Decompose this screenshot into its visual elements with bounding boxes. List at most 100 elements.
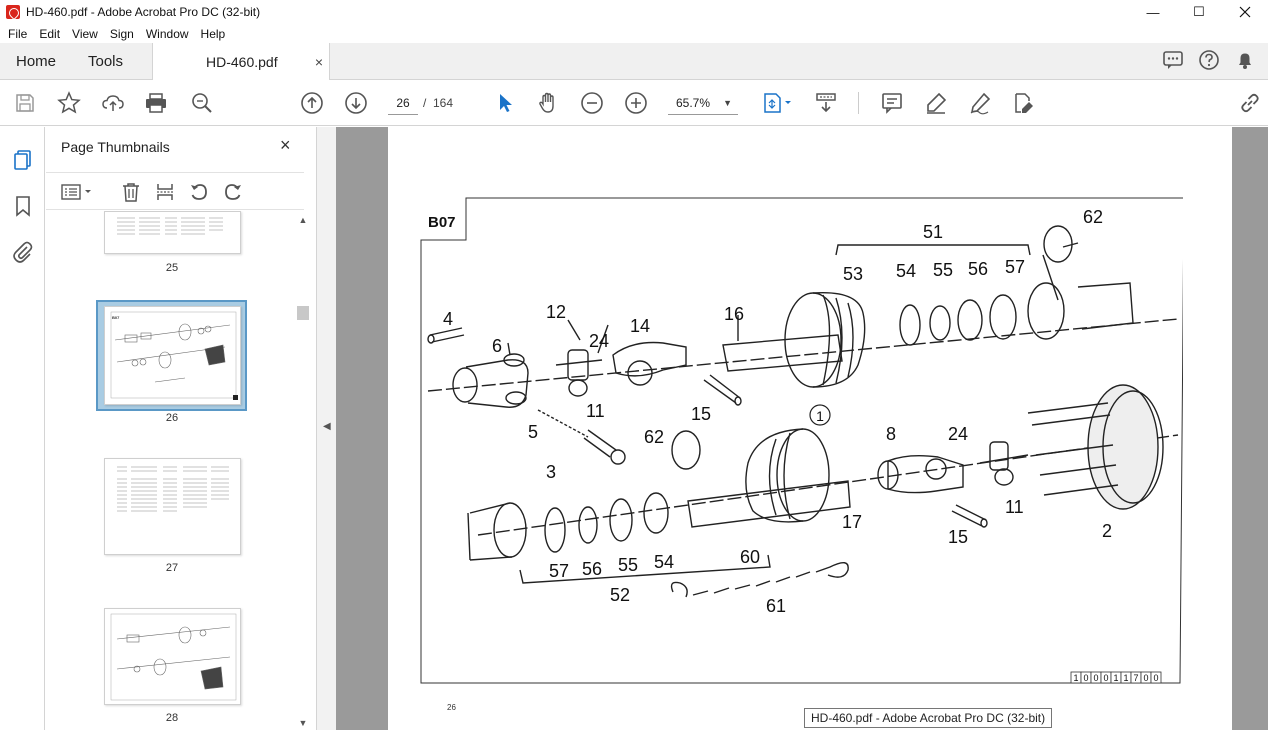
attachment-icon[interactable] (10, 239, 36, 265)
comment-bubble-icon[interactable] (1162, 49, 1184, 71)
maximize-button[interactable]: ☐ (1176, 0, 1222, 24)
upload-icon[interactable] (101, 91, 125, 115)
callout-52: 52 (610, 585, 630, 605)
close-thumbnail-panel-button[interactable]: × (280, 135, 291, 156)
document-viewport[interactable]: B07 1 62 51 53 54 55 56 57 4 12 24 14 16… (336, 127, 1268, 730)
parts-diagram: B07 1 62 51 53 54 55 56 57 4 12 24 14 16… (420, 197, 1183, 684)
highlighter-icon[interactable] (924, 91, 948, 115)
left-nav-rail (0, 127, 45, 730)
callout-3: 3 (546, 462, 556, 482)
callout-54-top: 54 (896, 261, 916, 281)
callout-2: 2 (1102, 521, 1112, 541)
thumbnail-scrollbar[interactable]: ▲ ▼ (296, 215, 310, 730)
scroll-up-icon[interactable]: ▲ (296, 215, 310, 225)
callout-5: 5 (528, 422, 538, 442)
thumbnail-toolbar (46, 172, 304, 210)
bookmark-icon[interactable] (10, 193, 36, 219)
zoom-level-select[interactable]: 65.7% ▼ (668, 91, 738, 115)
pdf-page: B07 1 62 51 53 54 55 56 57 4 12 24 14 16… (388, 127, 1232, 730)
arrow-down-circle-icon[interactable] (344, 91, 368, 115)
thumbnail-page-25[interactable] (104, 211, 241, 254)
thumbnail-page-28[interactable] (104, 608, 241, 705)
rotate-clockwise-icon[interactable] (222, 181, 244, 203)
scroll-mode-icon[interactable] (814, 91, 838, 115)
save-icon[interactable] (13, 91, 37, 115)
part-code-digit: 1 (1073, 673, 1078, 683)
thumbnail-preview: B07 (110, 311, 238, 400)
arrow-up-circle-icon[interactable] (300, 91, 324, 115)
circled-callout: 1 (816, 408, 824, 424)
thumbnail-preview (117, 466, 229, 512)
callout-12: 12 (546, 302, 566, 322)
page-total: 164 (433, 96, 454, 110)
thumbnail-preview (117, 217, 223, 235)
share-link-icon[interactable] (1238, 91, 1262, 115)
part-code-digit: 0 (1143, 673, 1148, 683)
thumbnail-page-27[interactable] (104, 458, 241, 555)
help-icon[interactable] (1198, 49, 1220, 71)
menu-help[interactable]: Help (195, 27, 232, 41)
minimize-button[interactable]: — (1130, 0, 1176, 24)
part-code-digit: 7 (1133, 673, 1138, 683)
callout-60: 60 (740, 547, 760, 567)
callout-11-lower: 11 (1005, 497, 1024, 517)
edit-pdf-icon[interactable] (1011, 91, 1035, 115)
trash-icon[interactable] (120, 181, 142, 203)
zoom-level-value: 65.7% (676, 96, 711, 110)
callout-57-top: 57 (1005, 257, 1025, 277)
thumbnail-page-26[interactable]: B07 (104, 306, 241, 405)
callout-24-top: 24 (589, 331, 609, 351)
rotate-counterclockwise-icon[interactable] (188, 181, 210, 203)
part-code-digit: 0 (1153, 673, 1158, 683)
menu-window[interactable]: Window (140, 27, 195, 41)
zoom-out-icon[interactable] (580, 91, 604, 115)
close-tab-button[interactable]: × (315, 54, 323, 70)
tab-tools[interactable]: Tools (88, 43, 123, 80)
menu-file[interactable]: File (2, 27, 33, 41)
menu-view[interactable]: View (66, 27, 104, 41)
thumbnail-page-label: 28 (165, 712, 179, 724)
scrollbar-thumb[interactable] (297, 306, 309, 320)
callout-61: 61 (766, 596, 786, 616)
tab-document[interactable]: HD-460.pdf × (152, 43, 330, 81)
draw-sign-icon[interactable] (968, 91, 992, 115)
document-gutter (1232, 127, 1268, 730)
window-tooltip: HD-460.pdf - Adobe Acrobat Pro DC (32-bi… (804, 708, 1053, 728)
panel-splitter[interactable]: ◀ (316, 127, 336, 730)
callout-51: 51 (923, 222, 943, 242)
fit-page-icon[interactable] (760, 91, 794, 115)
print-icon[interactable] (144, 91, 168, 115)
part-code: 1 0 0 0 1 1 7 0 0 (1070, 671, 1162, 684)
comment-icon[interactable] (880, 91, 904, 115)
page-number-input[interactable]: 26 (388, 91, 418, 115)
hand-icon[interactable] (536, 91, 560, 115)
zoom-in-icon[interactable] (624, 91, 648, 115)
callout-54-lower: 54 (654, 552, 674, 572)
callout-56-lower: 56 (582, 559, 602, 579)
page-thumbnails-icon[interactable] (10, 147, 36, 173)
chevron-down-icon: ▼ (723, 98, 732, 108)
tab-home[interactable]: Home (16, 43, 56, 80)
callout-8: 8 (886, 424, 896, 444)
thumbnail-options-icon[interactable] (60, 181, 94, 203)
scroll-down-icon[interactable]: ▼ (296, 718, 310, 728)
close-window-button[interactable] (1222, 0, 1268, 24)
svg-text:B07: B07 (112, 315, 120, 320)
thumbnail-page-label: 25 (165, 262, 179, 274)
insert-page-icon[interactable] (154, 181, 176, 203)
bell-icon[interactable] (1234, 49, 1256, 71)
collapse-panel-icon[interactable]: ◀ (323, 421, 331, 432)
part-code-digit: 0 (1103, 673, 1108, 683)
pointer-arrow-icon[interactable] (493, 91, 517, 115)
callout-57-lower: 57 (549, 561, 569, 581)
tab-document-label: HD-460.pdf (206, 54, 278, 70)
menu-edit[interactable]: Edit (33, 27, 66, 41)
thumbnail-list[interactable]: 25 B07 26 27 28 (46, 211, 310, 730)
star-icon[interactable] (57, 91, 81, 115)
main-toolbar: 26 / 164 65.7% ▼ (0, 80, 1268, 126)
search-zoom-icon[interactable] (190, 91, 214, 115)
menu-sign[interactable]: Sign (104, 27, 140, 41)
callout-53: 53 (843, 264, 863, 284)
page-separator: / (423, 96, 427, 110)
thumbnail-page-label: 26 (165, 412, 179, 424)
